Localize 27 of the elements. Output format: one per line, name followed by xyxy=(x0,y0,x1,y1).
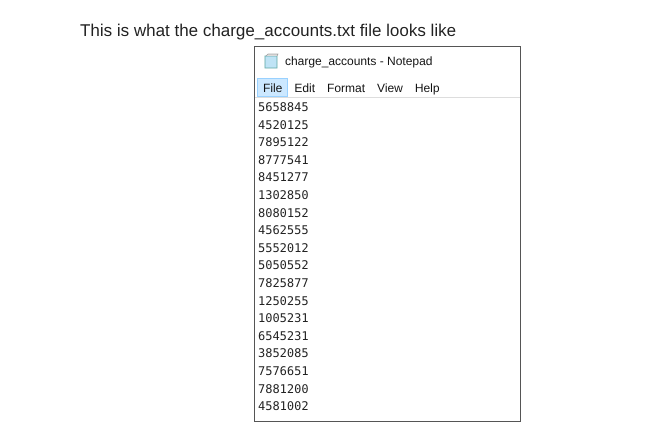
text-line: 8777541 xyxy=(258,152,309,169)
text-line: 1005231 xyxy=(258,310,309,328)
text-area[interactable]: 5658845 4520125 7895122 8777541 8451277 1302850 8080152 4562555 5552012 5050552 7825877 1250255 1005231 6545231 3852085 7576651 7881200 4581002 xyxy=(255,97,520,421)
text-line: 6545231 xyxy=(258,328,309,345)
text-line: 4562555 xyxy=(258,222,309,240)
menu-item[interactable]: Help xyxy=(408,78,446,96)
text-line: 7825877 xyxy=(258,274,309,292)
text-line: 5658845 xyxy=(258,99,309,116)
text-line: 7576651 xyxy=(258,362,309,380)
text-line: 5050552 xyxy=(258,257,309,274)
text-line: 1302850 xyxy=(258,186,309,204)
menu-item[interactable]: File xyxy=(257,78,288,96)
notepad-icon xyxy=(263,53,279,69)
text-line: 5552012 xyxy=(258,240,309,257)
text-line: 4520125 xyxy=(258,116,309,134)
menu-item[interactable]: Format xyxy=(321,78,372,96)
text-line: 7881200 xyxy=(258,380,309,398)
text-line: 8451277 xyxy=(258,169,309,186)
text-line: 1250255 xyxy=(258,292,309,310)
text-line: 8080152 xyxy=(258,204,309,222)
text-line: 4581002 xyxy=(258,398,309,416)
caption: This is what the charge_accounts.txt file looks like xyxy=(80,20,458,42)
menu-item[interactable]: View xyxy=(371,78,409,96)
window-title: charge_accounts - Notepad xyxy=(285,53,432,70)
text-line: 7895122 xyxy=(258,134,309,152)
menu-item[interactable]: Edit xyxy=(288,78,322,96)
text-line: 3852085 xyxy=(258,345,309,362)
